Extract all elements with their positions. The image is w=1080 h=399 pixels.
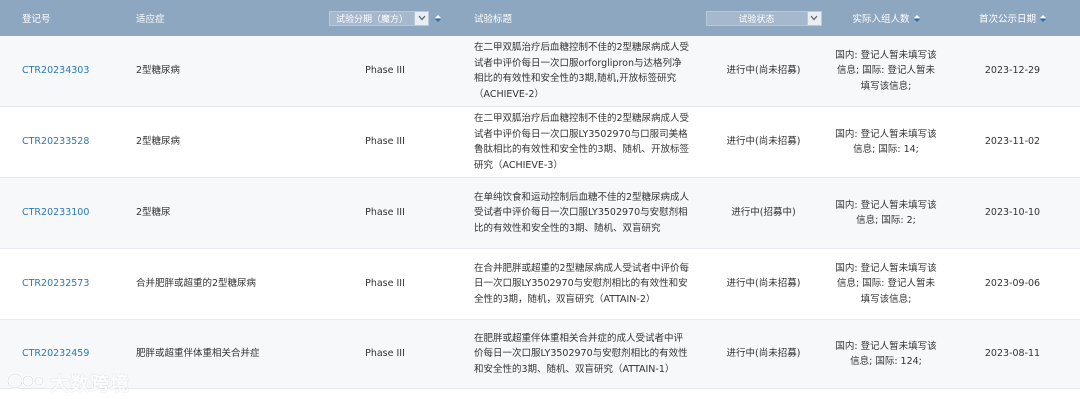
indication-cell: 肥胖或超重伴体重相关合并症 (136, 348, 260, 360)
trials-table: 登记号 适应症 试验分期（魔方） 试验标题 试验状态 实际入组人数 首次公示日期… (0, 0, 1080, 389)
title-cell: 在单纯饮食和运动控制后血糖不佳的2型糖尿病成人受试者中评价每日一次口服LY350… (474, 191, 690, 234)
reg-no-link[interactable]: CTR20233528 (22, 136, 89, 147)
sort-icon[interactable] (435, 14, 441, 22)
reg-no-link[interactable]: CTR20234303 (22, 65, 89, 76)
status-cell: 进行中(尚未招募) (726, 278, 801, 290)
phase-cell: Phase III (365, 136, 405, 148)
col-first-pub-date[interactable]: 首次公示日期 (945, 0, 1080, 36)
watermark-text: 大数跨境 (50, 373, 131, 395)
status-cell: 进行中(尚未招募) (726, 348, 801, 360)
phase-filter-label: 试验分期（魔方） (335, 14, 408, 25)
reg-no-cell: CTR20232459 (0, 346, 126, 362)
indication-cell: 2型糖尿 (136, 207, 171, 219)
date-cell: 2023-08-11 (984, 348, 1041, 360)
status-filter-select[interactable]: 试验状态 (705, 10, 822, 26)
table-row: CTR20233528 2型糖尿病 Phase III 在二甲双胍治疗后血糖控制… (0, 107, 1080, 178)
col-reg-no: 登记号 (0, 0, 126, 36)
reg-no-link[interactable]: CTR20233100 (22, 207, 89, 218)
col-title: 试验标题 (466, 0, 700, 36)
phase-cell: Phase III (365, 348, 405, 360)
enrolled-cell: 国内: 登记人暂未填写该信息; 国际: 2; (835, 199, 937, 227)
enrolled-cell: 国内: 登记人暂未填写该信息; 国际: 登记人暂未填写该信息; (835, 49, 937, 92)
table-row: CTR20234303 2型糖尿病 Phase III 在二甲双胍治疗后血糖控制… (0, 36, 1080, 107)
col-status: 试验状态 (700, 0, 827, 36)
chevron-down-icon[interactable] (806, 11, 821, 25)
date-cell: 2023-11-02 (984, 136, 1041, 148)
table-row: CTR20232459 肥胖或超重伴体重相关合并症 Phase III 在肥胖或… (0, 320, 1080, 389)
watermark-logo-icon (6, 370, 46, 395)
watermark: 大数跨境 (6, 369, 130, 396)
reg-no-cell: CTR20233100 (0, 205, 126, 221)
status-cell: 进行中(招募中) (731, 207, 796, 219)
col-enrolled-label: 实际入组人数 (852, 14, 910, 25)
status-cell: 进行中(尚未招募) (726, 136, 801, 148)
col-indication: 适应症 (126, 0, 304, 36)
title-cell: 在二甲双胍治疗后血糖控制不佳的2型糖尿病成人受试者中评价每日一次口服orforg… (474, 42, 690, 100)
date-cell: 2023-12-29 (984, 65, 1041, 77)
col-first-pub-date-label: 首次公示日期 (978, 14, 1036, 25)
sort-icon[interactable] (1040, 14, 1046, 22)
chevron-down-icon[interactable] (414, 11, 428, 25)
status-filter-label: 试验状态 (738, 14, 775, 25)
phase-cell: Phase III (365, 207, 405, 219)
sort-icon[interactable] (913, 14, 920, 22)
date-cell: 2023-10-10 (984, 207, 1041, 219)
indication-cell: 2型糖尿病 (136, 65, 181, 77)
reg-no-cell: CTR20232573 (0, 276, 126, 292)
col-phase: 试验分期（魔方） (304, 0, 466, 36)
title-cell: 在合并肥胖或超重的2型糖尿病成人受试者中评价每日一次口服LY3502970与安慰… (474, 262, 690, 305)
table-header: 登记号 适应症 试验分期（魔方） 试验标题 试验状态 实际入组人数 首次公示日期 (0, 0, 1080, 36)
phase-cell: Phase III (365, 278, 405, 290)
col-title-label: 试验标题 (474, 14, 513, 25)
title-cell: 在肥胖或超重伴体重相关合并症的成人受试者中评价每日一次口服LY3502970与安… (474, 332, 688, 375)
reg-no-cell: CTR20234303 (0, 63, 126, 79)
reg-no-link[interactable]: CTR20232459 (22, 348, 89, 359)
phase-cell: Phase III (365, 65, 405, 77)
date-cell: 2023-09-06 (984, 278, 1041, 290)
table-row: CTR20232573 合并肥胖或超重的2型糖尿病 Phase III 在合并肥… (0, 249, 1080, 320)
reg-no-cell: CTR20233528 (0, 134, 126, 150)
enrolled-cell: 国内: 登记人暂未填写该信息; 国际: 14; (835, 128, 937, 156)
col-reg-no-label: 登记号 (22, 14, 51, 25)
table-row: CTR20233100 2型糖尿 Phase III 在单纯饮食和运动控制后血糖… (0, 178, 1080, 249)
indication-cell: 合并肥胖或超重的2型糖尿病 (136, 278, 257, 290)
title-cell: 在二甲双胍治疗后血糖控制不佳的2型糖尿病成人受试者中评价每日一次口服LY3502… (474, 113, 690, 171)
enrolled-cell: 国内: 登记人暂未填写该信息; 国际: 124; (835, 340, 937, 368)
col-indication-label: 适应症 (136, 14, 165, 25)
reg-no-link[interactable]: CTR20232573 (22, 278, 89, 289)
col-enrolled[interactable]: 实际入组人数 (827, 0, 945, 36)
table-body: CTR20234303 2型糖尿病 Phase III 在二甲双胍治疗后血糖控制… (0, 36, 1080, 389)
enrolled-cell: 国内: 登记人暂未填写该信息; 国际: 登记人暂未填写该信息; (835, 262, 937, 305)
status-cell: 进行中(尚未招募) (726, 65, 801, 77)
phase-filter-select[interactable]: 试验分期（魔方） (328, 10, 429, 26)
indication-cell: 2型糖尿病 (136, 136, 181, 148)
